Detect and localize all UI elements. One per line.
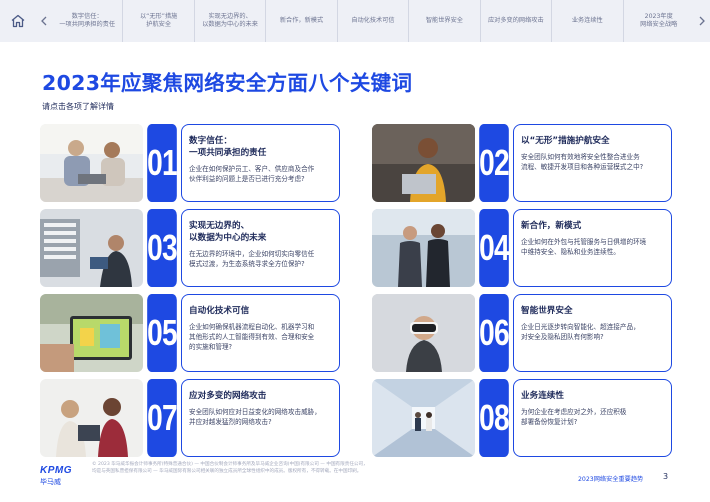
page-number: 3 — [663, 472, 669, 481]
tab-automation[interactable]: 自动化技术可信 — [338, 0, 410, 42]
photo-woman-laptop — [372, 124, 475, 202]
card-description: 为何企业在考虑应对之外，还应积极 部署备份恢复计划? — [521, 408, 627, 426]
card-title: 业务连续性 — [521, 391, 564, 401]
card-number: 08 — [479, 379, 510, 457]
card-06[interactable]: 06 智能世界安全 企业日光逐步转向智能化、超连接产品， 对安全及隐私团队有何影… — [372, 294, 672, 372]
card-title: 数字信任： 一项共同承担的责任 — [189, 136, 267, 158]
home-icon — [11, 14, 25, 28]
card-description: 在无边界的环境中，企业如何切实向零信任 模式过渡，为生态系统寻求全方位保护? — [189, 250, 315, 268]
chevron-right-icon — [699, 16, 705, 26]
tab-business-continuity[interactable]: 业务连续性 — [552, 0, 624, 42]
page-title: 2023年应聚焦网络安全方面八个关键词 — [42, 71, 413, 95]
top-nav: 数字信任： 一项共同承担的责任 以“无形”措施 护航安全 实现无边界的、 以数据… — [0, 0, 710, 42]
card-number: 02 — [479, 124, 510, 202]
card-02[interactable]: 02 以“无形”措施护航安全 安全团队如何有效地将安全性整合进业务 流程、敏捷开… — [372, 124, 672, 202]
tab-digital-trust[interactable]: 数字信任： 一项共同承担的责任 — [52, 0, 124, 42]
report-name: 2023网络安全重要趋势 — [578, 476, 644, 483]
card-number: 07 — [147, 379, 178, 457]
tab-invisible-security[interactable]: 以“无形”措施 护航安全 — [123, 0, 195, 42]
card-panel: 实现无边界的、 以数据为中心的未来 在无边界的环境中，企业如何切实向零信任 模式… — [181, 209, 340, 287]
chevron-left-icon — [41, 16, 47, 26]
card-03[interactable]: 03 实现无边界的、 以数据为中心的未来 在无边界的环境中，企业如何切实向零信任… — [40, 209, 340, 287]
card-panel: 应对多变的网络攻击 安全团队如何应对日益变化的网络攻击威胁， 并应对越发猛烈的网… — [181, 379, 340, 457]
card-panel: 智能世界安全 企业日光逐步转向智能化、超连接产品， 对安全及隐私团队有何影响? — [513, 294, 672, 372]
kpmg-logo: KPMG 毕马威 — [40, 465, 72, 487]
photo-team-tablet — [40, 379, 143, 457]
tab-new-cooperation[interactable]: 新合作，新模式 — [266, 0, 338, 42]
card-number: 06 — [479, 294, 510, 372]
card-title: 新合作，新模式 — [521, 221, 582, 231]
photo-office-meeting — [40, 124, 143, 202]
card-panel: 数字信任： 一项共同承担的责任 企业在如何保护员工、客户、供应商及合作 伙伴利益… — [181, 124, 340, 202]
card-description: 企业在如何保护员工、客户、供应商及合作 伙伴利益的问题上是否已进行充分考虑? — [189, 165, 315, 183]
card-description: 企业如何在外包与托管服务与日俱增的环境 中维持安全、隐私和业务连续性。 — [521, 238, 647, 256]
card-04[interactable]: 04 新合作，新模式 企业如何在外包与托管服务与日俱增的环境 中维持安全、隐私和… — [372, 209, 672, 287]
tab-smart-world[interactable]: 智能世界安全 — [409, 0, 481, 42]
card-title: 自动化技术可信 — [189, 306, 250, 316]
card-01[interactable]: 01 数字信任： 一项共同承担的责任 企业在如何保护员工、客户、供应商及合作 伙… — [40, 124, 340, 202]
logo-cn: 毕马威 — [40, 478, 61, 486]
page-subtitle: 请点击各项了解详情 — [42, 102, 114, 111]
card-panel: 以“无形”措施护航安全 安全团队如何有效地将安全性整合进业务 流程、敏捷开发项目… — [513, 124, 672, 202]
home-button[interactable] — [0, 0, 36, 42]
card-08[interactable]: 08 业务连续性 为何企业在考虑应对之外，还应积极 部署备份恢复计划? — [372, 379, 672, 457]
photo-corridor — [372, 379, 475, 457]
card-panel: 业务连续性 为何企业在考虑应对之外，还应积极 部署备份恢复计划? — [513, 379, 672, 457]
card-number: 03 — [147, 209, 178, 287]
card-title: 智能世界安全 — [521, 306, 573, 316]
card-description: 安全团队如何应对日益变化的网络攻击威胁， 并应对越发猛烈的网络攻击? — [189, 408, 321, 426]
photo-automation-tablet — [40, 294, 143, 372]
card-number: 05 — [147, 294, 178, 372]
card-number: 04 — [479, 209, 510, 287]
card-title: 实现无边界的、 以数据为中心的未来 — [189, 221, 267, 243]
legal-footnote: © 2023 毕马威华振会计师事务所(特殊普通合伙) — 中国合伙制会计师事务所… — [92, 462, 368, 474]
nav-tabs: 数字信任： 一项共同承担的责任 以“无形”措施 护航安全 实现无边界的、 以数据… — [52, 0, 694, 42]
card-description: 安全团队如何有效地将安全性整合进业务 流程、敏捷开发项目和各种运营模式之中? — [521, 153, 644, 171]
card-title: 以“无形”措施护航安全 — [521, 136, 610, 146]
card-title: 应对多变的网络攻击 — [189, 391, 267, 401]
photo-data-center — [40, 209, 143, 287]
card-panel: 自动化技术可信 企业如何确保机器流程自动化、机器学习和 其他形式的人工智能得到有… — [181, 294, 340, 372]
card-panel: 新合作，新模式 企业如何在外包与托管服务与日俱增的环境 中维持安全、隐私和业务连… — [513, 209, 672, 287]
next-button[interactable] — [694, 0, 710, 42]
tab-boundaryless[interactable]: 实现无边界的、 以数据为中心的未来 — [195, 0, 267, 42]
prev-button[interactable] — [36, 0, 52, 42]
card-05[interactable]: 05 自动化技术可信 企业如何确保机器流程自动化、机器学习和 其他形式的人工智能… — [40, 294, 340, 372]
card-description: 企业日光逐步转向智能化、超连接产品， 对安全及隐私团队有何影响? — [521, 323, 640, 341]
photo-businessmen — [372, 209, 475, 287]
card-number: 01 — [147, 124, 178, 202]
card-description: 企业如何确保机器流程自动化、机器学习和 其他形式的人工智能得到有效、合理和安全 … — [189, 323, 315, 351]
tab-strategy-2023[interactable]: 2023年度 网络安全战略 — [624, 0, 694, 42]
logo-text: KPMG — [40, 465, 72, 476]
card-07[interactable]: 07 应对多变的网络攻击 安全团队如何应对日益变化的网络攻击威胁， 并应对越发猛… — [40, 379, 340, 457]
tab-cyber-attacks[interactable]: 应对多变的网络攻击 — [481, 0, 553, 42]
photo-vr-headset — [372, 294, 475, 372]
